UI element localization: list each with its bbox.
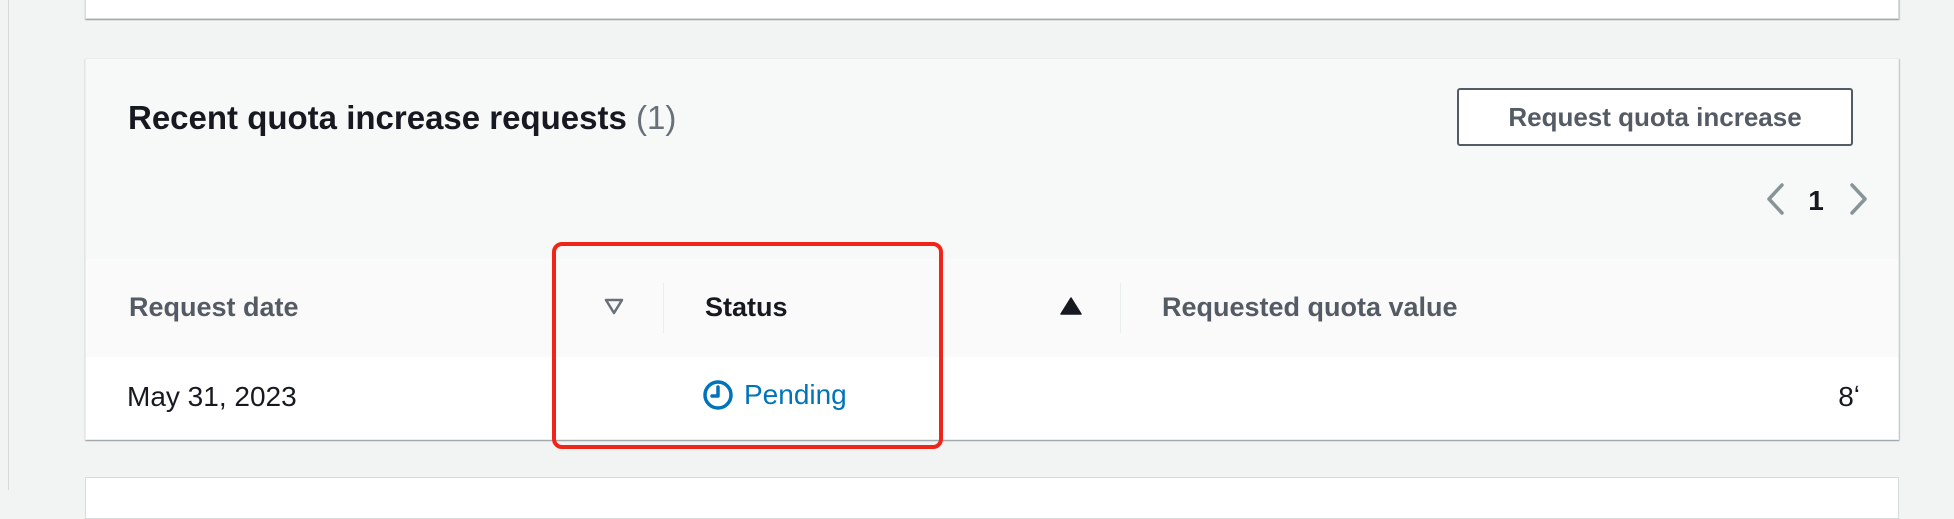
column-divider (663, 283, 664, 333)
quota-requests-panel: Recent quota increase requests (1) Reque… (85, 58, 1899, 440)
sort-ascending-icon[interactable] (1059, 295, 1085, 319)
column-header-requested-quota-value[interactable]: Requested quota value (1162, 292, 1458, 323)
page-number[interactable]: 1 (1796, 185, 1836, 217)
panel-header: Recent quota increase requests (1) Reque… (86, 59, 1898, 260)
table-row: May 31, 2023 Pending 8ʻ (86, 357, 1898, 439)
chevron-left-icon[interactable] (1756, 179, 1796, 219)
request-quota-increase-button[interactable]: Request quota increase (1457, 88, 1853, 146)
panel-count: (1) (636, 99, 677, 136)
next-section-card (85, 477, 1899, 519)
column-header-request-date[interactable]: Request date (129, 292, 299, 323)
requested-value-cell: 8ʻ (1838, 381, 1860, 412)
panel-title: Recent quota increase requests (1) (128, 99, 676, 137)
chevron-right-icon[interactable] (1838, 179, 1878, 219)
column-divider (1120, 283, 1121, 333)
clock-icon (703, 380, 733, 410)
table-header-row: Request date Status Requested quota valu… (86, 259, 1898, 358)
panel-title-text: Recent quota increase requests (128, 99, 627, 136)
page-left-border (0, 0, 9, 490)
sort-descending-icon[interactable] (603, 295, 629, 319)
status-text[interactable]: Pending (744, 379, 847, 411)
request-date-cell: May 31, 2023 (127, 381, 297, 412)
column-header-status[interactable]: Status (705, 292, 788, 323)
previous-section-card (85, 0, 1899, 19)
status-link[interactable]: Pending (702, 379, 847, 411)
